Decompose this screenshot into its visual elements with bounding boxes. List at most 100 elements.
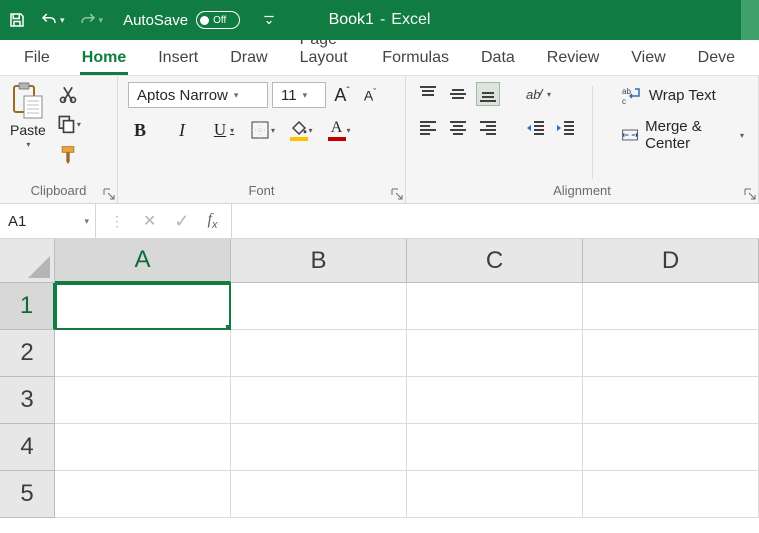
merge-center-button[interactable]: Merge & Center ▾ [617,116,748,154]
decrease-indent-button[interactable] [524,116,548,140]
enter-button[interactable]: ✓ [174,211,189,232]
copy-button[interactable]: ▾ [56,112,81,136]
tab-review[interactable]: Review [545,43,601,75]
row-header[interactable]: 1 [0,283,55,330]
font-size-combo[interactable]: 11 ▾ [272,82,326,108]
ribbon-tabs: FileHomeInsertDrawPage LayoutFormulasDat… [0,40,759,76]
align-top-button[interactable] [416,82,440,106]
cell[interactable] [55,471,231,518]
align-center-button[interactable] [446,116,470,140]
column-header[interactable]: A [55,239,231,283]
insert-function-button[interactable]: fx [208,211,218,231]
font-color-swatch [328,137,346,141]
formula-bar: A1 ▾ ⋮ ✕ ✓ fx [0,204,759,239]
tab-file[interactable]: File [22,43,52,75]
cell[interactable] [407,424,583,471]
toggle-dot-icon [200,16,209,25]
overflow-icon [262,13,276,27]
italic-button[interactable]: I [170,118,194,142]
name-box[interactable]: A1 ▾ [0,204,96,238]
fill-color-swatch [290,137,308,141]
customize-qat-button[interactable] [262,13,276,27]
cell[interactable] [583,283,759,330]
column-header[interactable]: B [231,239,407,283]
undo-button[interactable]: ▾ [40,11,65,29]
underline-button[interactable]: U▾ [212,118,236,142]
align-bottom-icon [477,83,499,105]
column-header[interactable]: C [407,239,583,283]
cell[interactable] [231,283,407,330]
chevron-down-icon: ▾ [347,126,351,135]
borders-button[interactable]: ▾ [250,118,275,142]
align-middle-icon [447,83,469,105]
toggle-switch[interactable]: Off [196,11,240,29]
align-right-button[interactable] [476,116,500,140]
increase-indent-button[interactable] [554,116,578,140]
tab-deve[interactable]: Deve [696,43,737,75]
expand-handle[interactable]: ⋮ [110,213,125,230]
redo-icon [79,11,97,29]
row-header[interactable]: 5 [0,471,55,518]
paintbrush-icon [58,144,78,164]
autosave-label: AutoSave [123,12,188,29]
format-painter-button[interactable] [56,142,80,166]
cell[interactable] [231,424,407,471]
formula-input[interactable] [232,204,759,238]
cell[interactable] [407,283,583,330]
paste-button[interactable]: Paste ▾ [10,82,46,183]
align-left-button[interactable] [416,116,440,140]
dialog-launcher-icon[interactable] [391,188,403,200]
fill-color-button[interactable]: ▾ [289,118,313,142]
row-header[interactable]: 4 [0,424,55,471]
decrease-font-button[interactable]: Aˇ [358,83,382,107]
scissors-icon [58,84,78,104]
cell[interactable] [55,330,231,377]
font-name-combo[interactable]: Aptos Narrow ▾ [128,82,268,108]
row-header[interactable]: 2 [0,330,55,377]
svg-text:ab: ab [622,87,631,96]
redo-button[interactable]: ▾ [79,11,104,29]
tab-formulas[interactable]: Formulas [380,43,451,75]
cell[interactable] [407,330,583,377]
cell[interactable] [55,424,231,471]
cancel-button[interactable]: ✕ [143,211,156,231]
select-all-corner[interactable] [0,239,55,283]
dialog-launcher-icon[interactable] [744,188,756,200]
cell[interactable] [231,330,407,377]
font-color-button[interactable]: A ▾ [327,118,351,142]
chevron-down-icon: ▾ [271,126,275,135]
chevron-down-icon[interactable]: ▾ [84,216,89,227]
align-middle-button[interactable] [446,82,470,106]
tab-data[interactable]: Data [479,43,517,75]
cell[interactable] [55,377,231,424]
cell[interactable] [583,471,759,518]
orientation-button[interactable]: ab▾ [524,82,551,106]
wrap-text-button[interactable]: abc Wrap Text [617,82,748,108]
document-name: Book1 [329,11,374,29]
increase-font-button[interactable]: Aˆ [330,83,354,107]
cell[interactable] [583,377,759,424]
align-bottom-button[interactable] [476,82,500,106]
cell[interactable] [231,471,407,518]
tab-draw[interactable]: Draw [228,43,269,75]
tab-home[interactable]: Home [80,43,128,75]
chevron-down-icon: ▾ [547,90,551,99]
tab-insert[interactable]: Insert [156,43,200,75]
bold-button[interactable]: B [128,118,152,142]
cell[interactable] [231,377,407,424]
row-header[interactable]: 3 [0,377,55,424]
cell[interactable] [583,330,759,377]
tab-view[interactable]: View [629,43,667,75]
app-name: Excel [391,11,430,29]
chevron-down-icon: ▾ [309,126,313,135]
dialog-launcher-icon[interactable] [103,188,115,200]
save-button[interactable] [8,11,26,29]
autosave-toggle[interactable]: AutoSave Off [123,11,240,29]
cell[interactable] [407,377,583,424]
cell[interactable] [583,424,759,471]
cell[interactable] [55,283,231,330]
cut-button[interactable] [56,82,80,106]
cell[interactable] [407,471,583,518]
align-right-icon [477,117,499,139]
column-header[interactable]: D [583,239,759,283]
